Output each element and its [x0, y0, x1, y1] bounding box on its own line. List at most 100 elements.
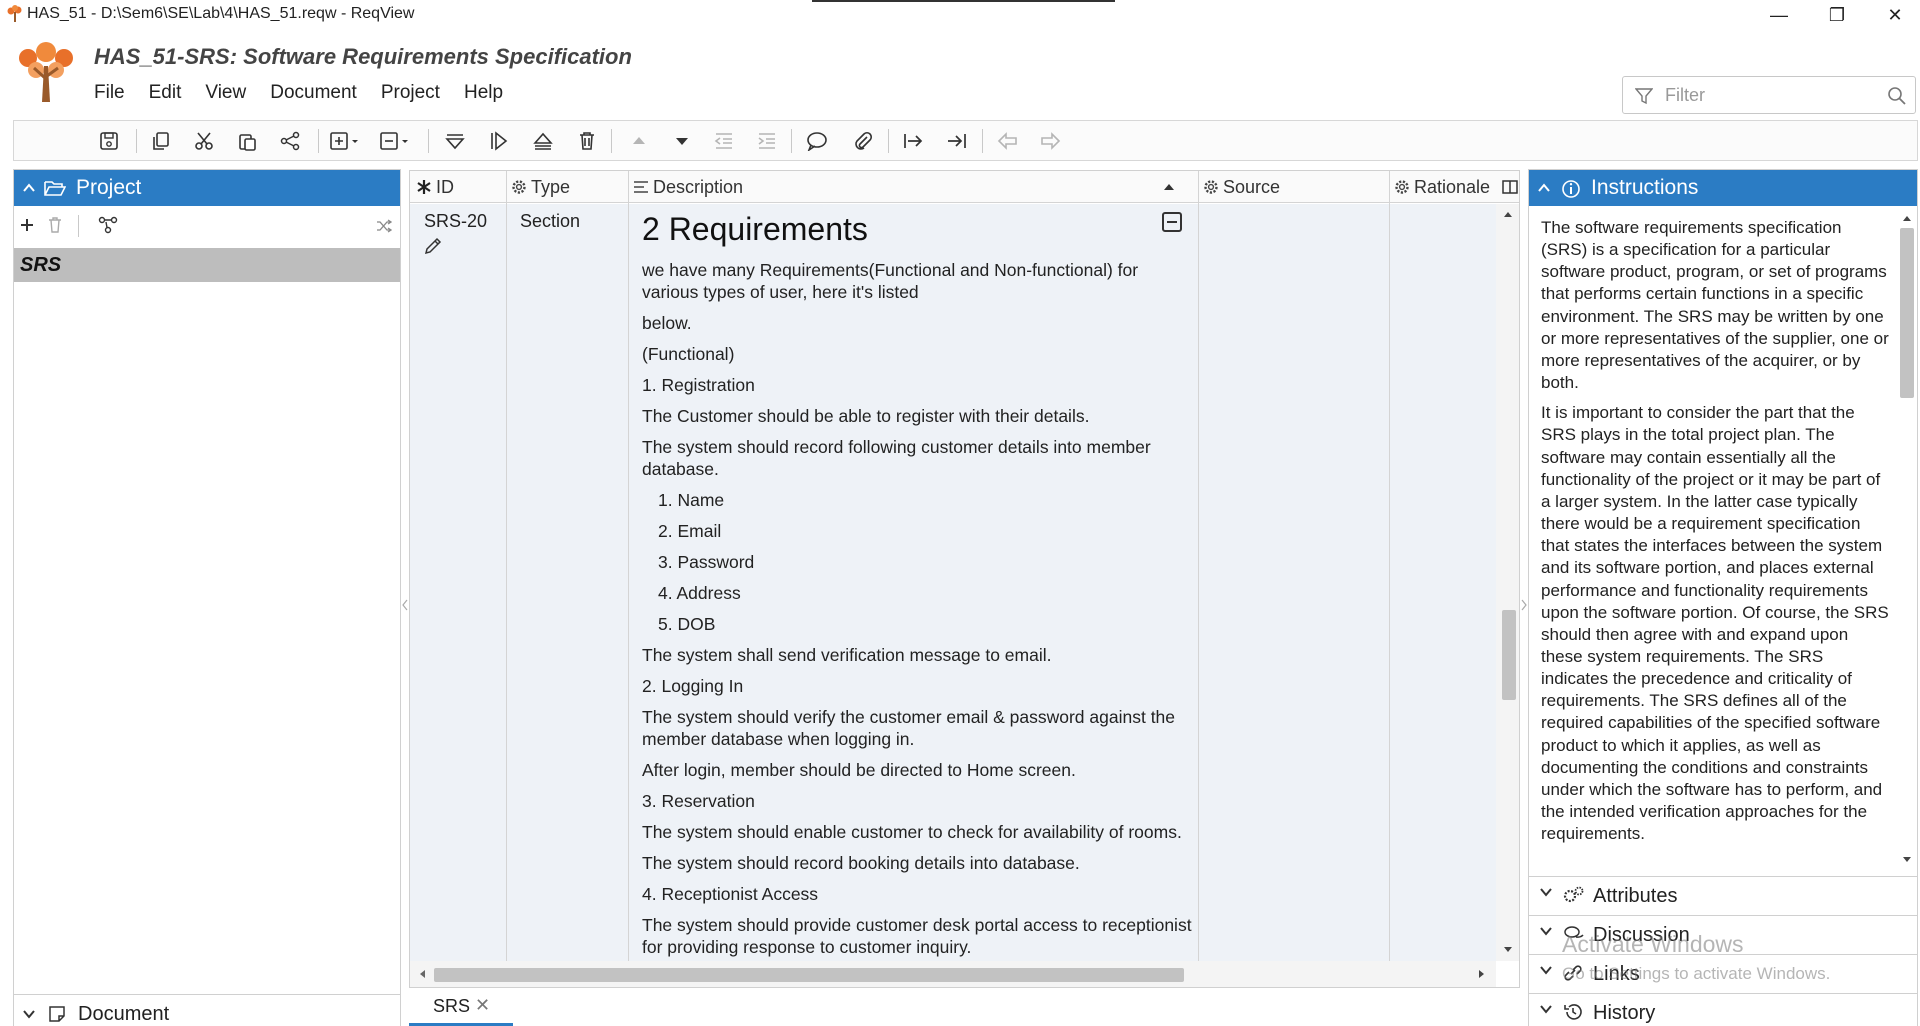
share-icon[interactable] [277, 129, 303, 153]
info-icon [1562, 180, 1580, 198]
save-icon[interactable] [96, 129, 122, 153]
pencil-icon[interactable] [424, 237, 442, 255]
description-paragraph: The system should verify the customer em… [642, 707, 1176, 749]
add-icon[interactable] [20, 218, 34, 232]
description-paragraph: The system should enable customer to che… [642, 822, 1182, 842]
scrollbar-thumb[interactable] [1502, 610, 1516, 700]
splitter-handle[interactable] [1521, 595, 1527, 611]
tree-item-srs[interactable]: SRS [14, 248, 400, 282]
description-paragraph: After login, member should be directed t… [642, 760, 1076, 780]
splitter-handle[interactable] [402, 595, 408, 611]
attachment-icon[interactable] [850, 129, 876, 153]
cell-type[interactable]: Section [520, 211, 580, 232]
column-header-label: Rationale [1414, 177, 1491, 197]
scroll-left-icon[interactable] [418, 969, 426, 979]
column-header-label: Type [531, 177, 571, 197]
column-header-description[interactable]: Description [629, 171, 1198, 203]
search-icon[interactable] [1887, 86, 1907, 106]
cut-icon[interactable] [191, 129, 217, 153]
menu-view[interactable]: View [205, 82, 246, 104]
instructions-panel: Instructions The software requirements s… [1528, 169, 1918, 1026]
instructions-panel-header[interactable]: Instructions [1529, 170, 1917, 206]
toolbar-separator [428, 129, 429, 153]
requirements-table: ID Type Description Source Rationale SRS… [409, 170, 1520, 988]
back-icon[interactable] [995, 129, 1021, 153]
gear-icon [1204, 180, 1218, 194]
scroll-down-icon[interactable] [1902, 856, 1912, 864]
description-paragraph: (Functional) [642, 344, 735, 364]
remove-dropdown-icon[interactable] [378, 129, 414, 153]
attributes-section-header[interactable]: Attributes [1529, 876, 1917, 914]
description-paragraph: The system should provide customer desk … [642, 915, 1192, 957]
tab-close-icon[interactable]: ✕ [475, 995, 490, 1016]
scroll-up-icon[interactable] [1503, 210, 1513, 218]
history-icon [1564, 1004, 1582, 1020]
column-header-type[interactable]: Type [507, 171, 628, 203]
menu-project[interactable]: Project [381, 82, 440, 104]
eject-icon[interactable] [530, 129, 556, 153]
description-list-item: 2. Email [658, 521, 722, 541]
menu-help[interactable]: Help [464, 82, 503, 104]
description-list-item: 4. Address [658, 583, 741, 603]
description-paragraph: The system should record booking details… [642, 853, 1080, 873]
scroll-down-icon[interactable] [1503, 946, 1513, 954]
menu-edit[interactable]: Edit [149, 82, 182, 104]
column-header-source[interactable]: Source [1199, 171, 1389, 203]
sort-up-icon[interactable] [1163, 182, 1175, 192]
menu-file[interactable]: File [94, 82, 125, 104]
move-up-icon[interactable] [626, 129, 652, 153]
project-panel-header[interactable]: Project [14, 170, 400, 206]
project-panel-title: Project [76, 176, 142, 199]
collapse-section-icon[interactable] [1162, 212, 1182, 232]
collapse-all-icon[interactable] [442, 129, 468, 153]
column-header-id[interactable]: ID [410, 171, 506, 203]
filter-input[interactable] [1665, 83, 1865, 107]
history-section-header[interactable]: History [1529, 993, 1917, 1026]
shuffle-icon[interactable] [376, 219, 392, 233]
cell-id[interactable]: SRS-20 [424, 211, 487, 232]
minimize-button[interactable]: — [1756, 2, 1802, 28]
description-paragraph: 1. Registration [642, 375, 755, 395]
close-window-button[interactable]: ✕ [1872, 2, 1918, 28]
scrollbar-thumb[interactable] [1900, 228, 1914, 398]
outdent-icon[interactable] [711, 129, 737, 153]
horizontal-scrollbar[interactable] [410, 961, 1496, 987]
paste-icon[interactable] [234, 129, 260, 153]
columns-layout-icon[interactable] [1502, 179, 1518, 195]
menu-document[interactable]: Document [270, 82, 357, 104]
reqview-logo-icon [19, 42, 73, 102]
scroll-right-icon[interactable] [1478, 969, 1486, 979]
scrollbar-thumb[interactable] [434, 968, 1184, 982]
trash-icon[interactable] [48, 217, 62, 233]
instructions-scrollbar[interactable] [1897, 210, 1917, 870]
vertical-scrollbar[interactable] [1496, 204, 1519, 961]
toolbar-separator [888, 129, 889, 153]
indent-icon[interactable] [754, 129, 780, 153]
move-down-icon[interactable] [669, 129, 695, 153]
column-divider [506, 171, 507, 961]
copy-icon[interactable] [148, 129, 174, 153]
expand-icon[interactable] [486, 129, 512, 153]
asterisk-icon [417, 180, 431, 194]
restore-button[interactable]: ❐ [1814, 2, 1860, 28]
cell-description[interactable]: 2 Requirements we have many Requirements… [642, 209, 1192, 967]
column-header-rationale[interactable]: Rationale [1390, 171, 1519, 203]
insert-dropdown-icon[interactable] [328, 129, 364, 153]
delete-icon[interactable] [574, 129, 600, 153]
activation-watermark-title: Activate Windows [1562, 931, 1744, 957]
chevron-down-icon [1540, 966, 1552, 975]
type-column [507, 204, 628, 961]
instructions-paragraph: The software requirements specification … [1541, 218, 1889, 393]
title-bar-indicator [812, 0, 1115, 2]
comment-icon[interactable] [804, 129, 830, 153]
forward-icon[interactable] [1037, 129, 1063, 153]
scroll-up-icon[interactable] [1902, 214, 1912, 222]
hierarchy-icon[interactable] [98, 216, 118, 234]
link-end-icon[interactable] [944, 129, 970, 153]
chevron-down-icon [1540, 888, 1552, 897]
tab-srs[interactable]: SRS ✕ [409, 988, 513, 1026]
column-divider [628, 171, 629, 961]
history-title: History [1593, 1002, 1656, 1024]
document-section-header[interactable]: Document [14, 994, 400, 1026]
link-to-icon[interactable] [901, 129, 927, 153]
